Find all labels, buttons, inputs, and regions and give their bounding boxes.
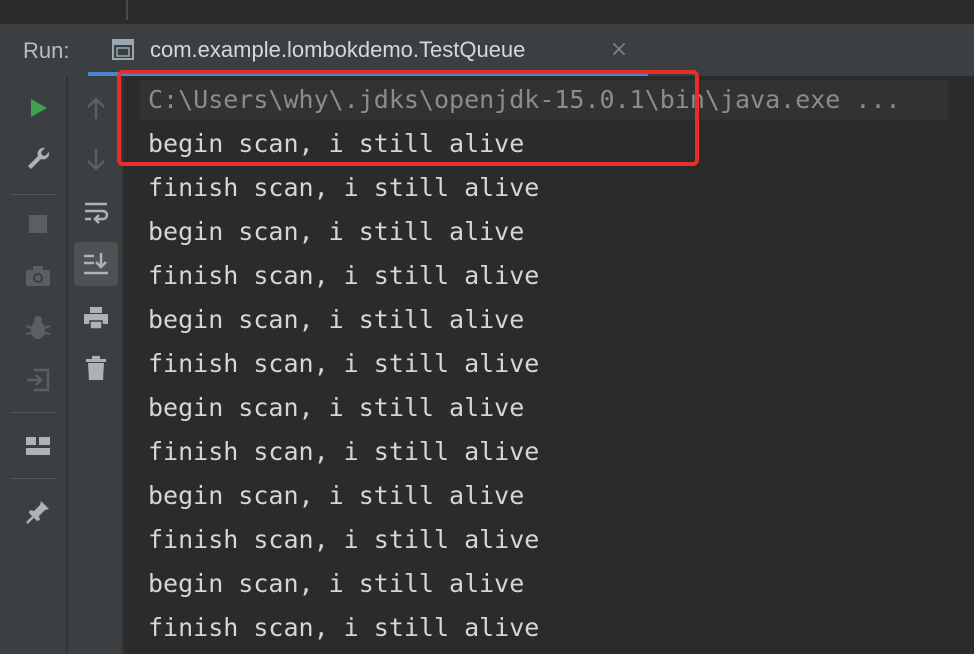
debug-button[interactable] — [22, 312, 54, 344]
layout-icon — [26, 437, 50, 455]
up-stack-trace-button[interactable] — [80, 92, 112, 124]
toolbar-separator — [10, 478, 56, 479]
run-actions-toolbar — [0, 76, 68, 654]
console-window-icon — [110, 38, 136, 62]
clear-all-button[interactable] — [80, 352, 112, 384]
console-line: finish scan, i still alive — [148, 613, 540, 642]
console-line: begin scan, i still alive — [148, 481, 525, 510]
exit-login-icon — [27, 368, 50, 392]
print-button[interactable] — [80, 302, 112, 334]
run-tab-title: com.example.lombokdemo.TestQueue — [150, 37, 526, 62]
console-actions-toolbar — [68, 76, 124, 654]
run-tool-window: Run: com.example.lombokdemo.TestQueue × — [0, 0, 974, 654]
editor-top-strip — [0, 0, 974, 24]
console-line: begin scan, i still alive — [148, 393, 525, 422]
console-line: begin scan, i still alive — [148, 129, 525, 158]
run-header: Run: com.example.lombokdemo.TestQueue × — [0, 24, 974, 76]
stop-button[interactable] — [22, 208, 54, 240]
console-line: finish scan, i still alive — [148, 525, 540, 554]
camera-icon — [26, 266, 50, 286]
run-tab-testqueue[interactable]: com.example.lombokdemo.TestQueue × — [88, 24, 648, 76]
soft-wrap-icon — [85, 202, 109, 224]
console-line: begin scan, i still alive — [148, 569, 525, 598]
console-output[interactable]: C:\Users\why\.jdks\openjdk-15.0.1\bin\ja… — [124, 76, 974, 654]
console-line: finish scan, i still alive — [148, 261, 540, 290]
wrench-icon — [28, 147, 50, 169]
console-line: begin scan, i still alive — [148, 305, 525, 334]
toolbar-separator — [10, 412, 56, 413]
thread-dump-button[interactable] — [22, 260, 54, 292]
console-line: finish scan, i still alive — [148, 437, 540, 466]
console-line: finish scan, i still alive — [148, 349, 540, 378]
command-line: C:\Users\why\.jdks\openjdk-15.0.1\bin\ja… — [148, 85, 901, 114]
toolbar-separator — [10, 194, 56, 195]
print-icon — [84, 307, 108, 330]
debug-bug-icon — [25, 316, 51, 339]
console-line: finish scan, i still alive — [148, 173, 540, 202]
rerun-button[interactable] — [22, 92, 54, 124]
down-stack-trace-button[interactable] — [80, 144, 112, 176]
stop-icon — [29, 215, 47, 233]
arrow-down-icon — [87, 149, 105, 171]
run-label: Run: — [23, 38, 70, 63]
edit-configuration-button[interactable] — [22, 142, 54, 174]
editor-gutter-line — [126, 0, 128, 20]
arrow-up-icon — [87, 97, 105, 119]
scroll-to-end-icon — [84, 253, 108, 275]
restore-layout-button[interactable] — [22, 430, 54, 462]
scroll-to-end-button[interactable] — [74, 242, 118, 286]
pin-tab-button[interactable] — [22, 496, 54, 528]
soft-wrap-button[interactable] — [80, 196, 112, 228]
pin-icon — [26, 501, 49, 524]
run-icon — [31, 99, 47, 117]
close-icon[interactable]: × — [608, 38, 630, 62]
exit-button[interactable] — [22, 364, 54, 396]
console-line: begin scan, i still alive — [148, 217, 525, 246]
trash-icon — [86, 356, 106, 380]
